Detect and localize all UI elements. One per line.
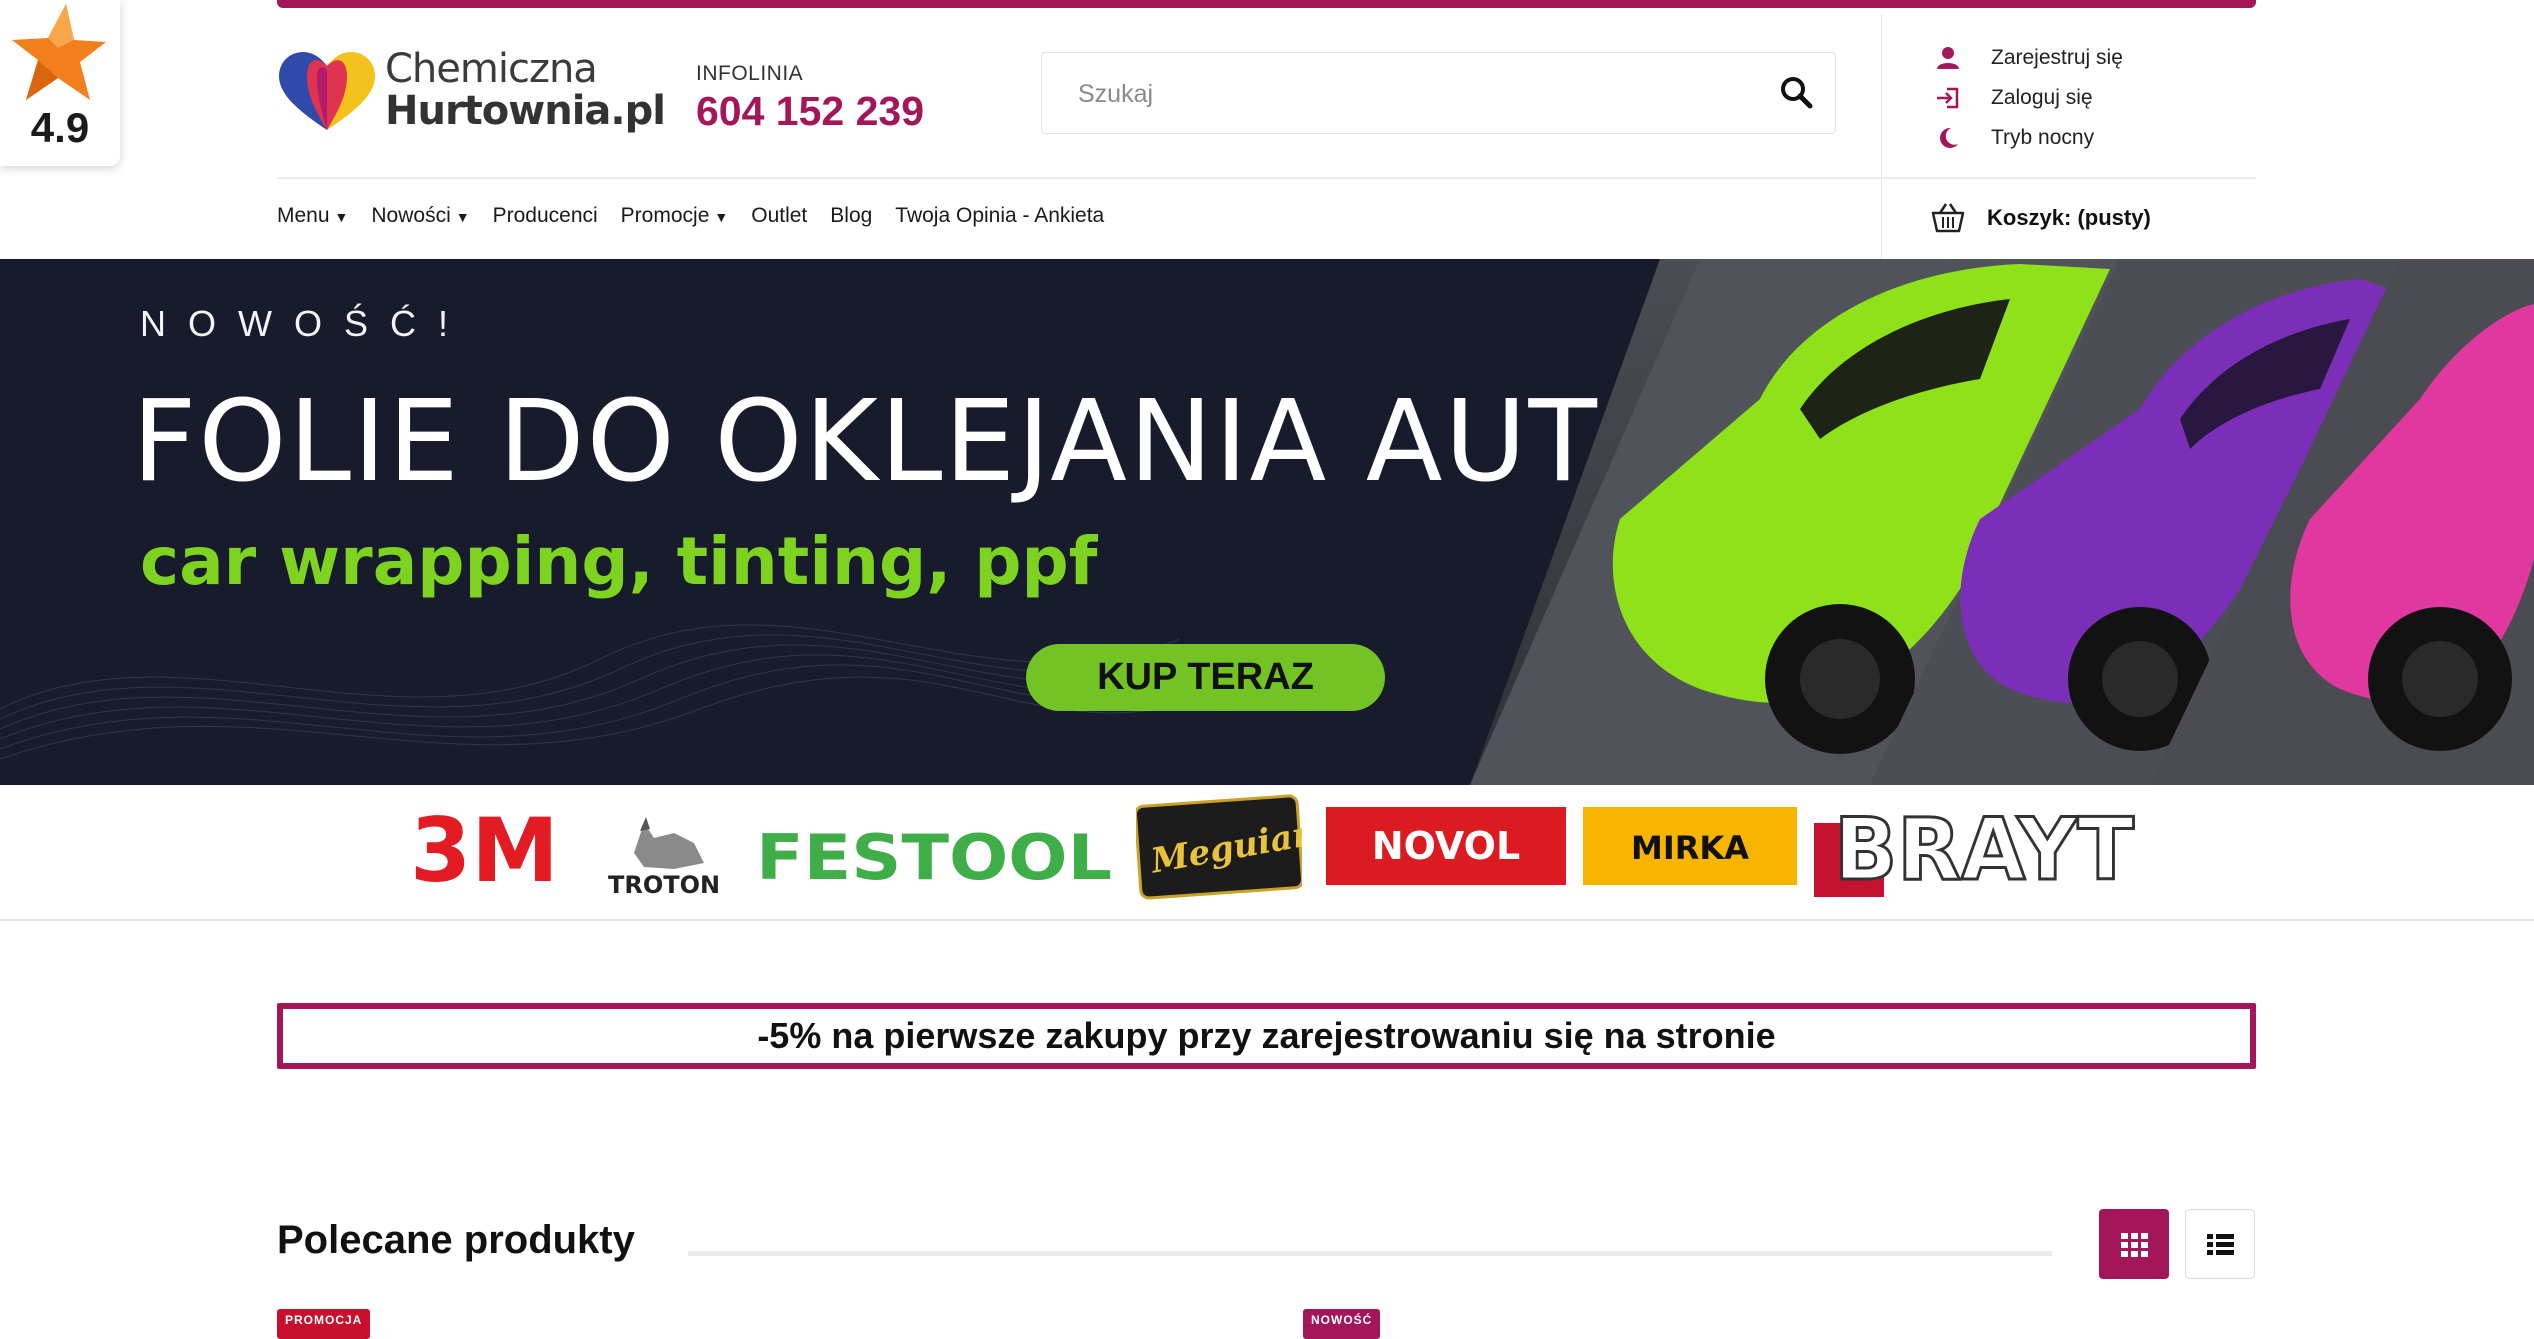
search-icon[interactable] [1777, 73, 1817, 113]
hero-banner[interactable]: NOWOŚĆ! FOLIE DO OKLEJANIA AUT car wrapp… [0, 259, 2534, 785]
cart-label: Koszyk: (pusty) [1987, 205, 2151, 230]
brand-3m-logo[interactable]: 3M [410, 803, 560, 899]
user-links: Zarejestruj się Zaloguj się Tryb nocny [1935, 38, 2123, 158]
hotline: INFOLINIA 604 152 239 [696, 62, 924, 135]
login-icon [1937, 87, 1959, 109]
brand-mirka-text: MIRKA [1631, 829, 1749, 867]
cart-link[interactable]: Koszyk: (pusty) [1931, 202, 2151, 234]
brand-meguiars-logo[interactable]: Meguiar's [1136, 793, 1302, 901]
brand-festool-text: FESTOOL [756, 821, 1112, 894]
hero-kicker: NOWOŚĆ! [140, 303, 470, 344]
nav-nowosci-label: Nowości [371, 204, 451, 227]
nav-opinia[interactable]: Twoja Opinia - Ankieta [895, 204, 1104, 228]
header-divider [1881, 14, 1882, 260]
nav-menu[interactable]: Menu ▼ [277, 204, 348, 228]
heart-logo-icon [279, 52, 375, 130]
brand-logos-strip: 3M TROTON FESTOOL Meguiar's NOVOL MIRKA … [0, 785, 2534, 921]
list-icon [2207, 1234, 2234, 1255]
registration-promo-banner[interactable]: -5% na pierwsze zakupy przy zarejestrowa… [277, 1003, 2256, 1069]
buy-now-button[interactable]: KUP TERAZ [1026, 644, 1385, 711]
brand-novol-logo[interactable]: NOVOL [1326, 807, 1566, 885]
brand-novol-text: NOVOL [1372, 824, 1520, 868]
search-box [1041, 52, 1836, 135]
hotline-label: INFOLINIA [696, 62, 804, 85]
brand-mirka-logo[interactable]: MIRKA [1583, 807, 1797, 885]
chevron-down-icon: ▼ [714, 209, 729, 225]
list-view-button[interactable] [2185, 1209, 2255, 1279]
brand-brayt-text: BRAYT [1834, 800, 2134, 899]
hero-title: FOLIE DO OKLEJANIA AUT [132, 377, 1599, 507]
nav-outlet-label: Outlet [751, 204, 808, 227]
chevron-down-icon: ▼ [334, 209, 349, 225]
logo-line2: Hurtownia.pl [385, 88, 666, 134]
nav-outlet[interactable]: Outlet [751, 204, 807, 228]
logo-line1: Chemiczna [385, 46, 598, 92]
header-separator [277, 177, 2256, 179]
user-icon [1937, 47, 1959, 69]
hero-subtitle: car wrapping, tinting, ppf [140, 523, 1098, 600]
main-nav: Menu ▼ Nowości ▼ Producenci Promocje ▼ Outl… [277, 204, 1127, 228]
search-input[interactable] [1076, 53, 1760, 135]
nav-blog-label: Blog [830, 204, 873, 227]
register-link[interactable]: Zarejestruj się [1935, 38, 2123, 78]
section-title-underline [688, 1251, 2052, 1256]
star-icon [12, 4, 106, 100]
rating-score: 4.9 [30, 104, 90, 151]
grid-icon [2121, 1233, 2148, 1257]
hotline-number[interactable]: 604 152 239 [696, 88, 924, 135]
brand-troton-text: TROTON [608, 871, 720, 899]
nav-promocje[interactable]: Promocje ▼ [621, 204, 729, 228]
chevron-down-icon: ▼ [455, 209, 470, 225]
nav-promocje-label: Promocje [620, 204, 710, 227]
rating-badge[interactable]: 4.9 [0, 0, 120, 166]
night-mode-label: Tryb nocny [1991, 126, 2095, 149]
night-mode-toggle[interactable]: Tryb nocny [1935, 118, 2123, 158]
top-accent-bar [277, 0, 2256, 8]
nav-producenci-label: Producenci [492, 204, 598, 227]
brand-3m-text: 3M [410, 803, 559, 899]
section-title: Polecane produkty [277, 1218, 635, 1262]
brand-festool-logo[interactable]: FESTOOL [756, 803, 1118, 899]
moon-icon [1940, 127, 1958, 148]
product-badge-new: NOWOŚĆ [1303, 1309, 1381, 1339]
login-link[interactable]: Zaloguj się [1935, 78, 2123, 118]
site-logo[interactable]: Chemiczna Hurtownia.pl [277, 46, 666, 136]
login-label: Zaloguj się [1991, 86, 2093, 109]
nav-nowosci[interactable]: Nowości ▼ [371, 204, 469, 228]
promo-text: -5% na pierwsze zakupy przy zarejestrowa… [757, 1015, 1776, 1056]
nav-opinia-label: Twoja Opinia - Ankieta [895, 204, 1105, 227]
product-badge-promo: PROMOCJA [277, 1309, 371, 1339]
nav-menu-label: Menu [277, 204, 330, 227]
brand-troton-logo[interactable]: TROTON [604, 803, 732, 899]
nav-blog[interactable]: Blog [830, 204, 872, 228]
nav-producenci[interactable]: Producenci [493, 204, 598, 228]
register-label: Zarejestruj się [1991, 46, 2123, 69]
grid-view-button[interactable] [2099, 1209, 2169, 1279]
basket-icon [1931, 203, 1965, 233]
brand-brayt-logo[interactable]: BRAYT [1812, 793, 2160, 899]
